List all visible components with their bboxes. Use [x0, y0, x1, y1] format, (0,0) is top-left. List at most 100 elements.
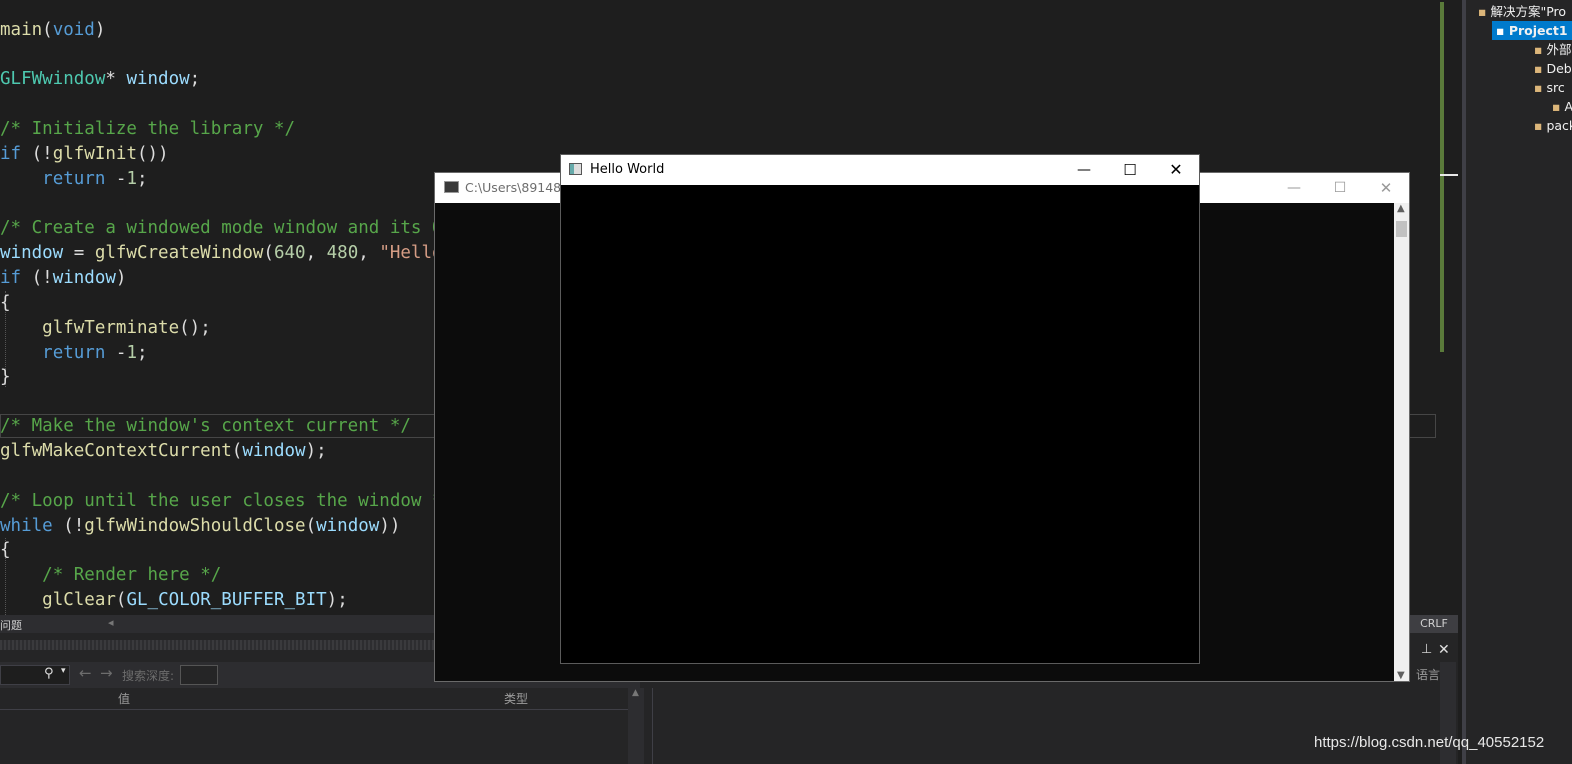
- scroll-up-icon[interactable]: ▲: [1397, 203, 1405, 214]
- code-line[interactable]: /* Render here */: [0, 563, 221, 588]
- code-token: ,: [358, 243, 380, 263]
- code-token: ): [94, 20, 106, 40]
- pin-icon[interactable]: ⊥: [1421, 642, 1432, 657]
- code-token: 480: [326, 243, 359, 263]
- explorer-border: [1462, 0, 1466, 764]
- solution-tree-label: Debug: [1546, 61, 1572, 76]
- chevron-down-icon[interactable]: ▾: [61, 666, 66, 676]
- console-title: C:\Users\89148\: [465, 180, 566, 195]
- hello-world-window[interactable]: Hello World — ☐ ✕: [560, 154, 1200, 664]
- code-line[interactable]: /* Initialize the library */: [0, 117, 295, 142]
- solution-tree-label: Ap: [1564, 99, 1572, 114]
- line-ending-indicator[interactable]: CRLF: [1410, 615, 1458, 633]
- panel-divider: [652, 688, 653, 764]
- scrollbar-position-mark: [1440, 174, 1458, 176]
- code-token: 1: [126, 343, 137, 363]
- code-line[interactable]: /* Loop until the user closes the window…: [0, 489, 453, 514]
- solution-tree-label: 外部依: [1546, 42, 1572, 57]
- code-line[interactable]: }: [0, 365, 11, 390]
- code-token: =: [63, 243, 95, 263]
- code-token: window: [126, 69, 190, 89]
- scroll-down-icon[interactable]: ▼: [1397, 670, 1405, 681]
- maximize-button[interactable]: ☐: [1107, 155, 1153, 185]
- search-input[interactable]: [0, 665, 70, 685]
- code-token: ();: [179, 318, 211, 338]
- code-token: glfwTerminate: [42, 318, 180, 338]
- column-header-value[interactable]: 值: [118, 688, 130, 710]
- folder-icon: ▪: [1552, 99, 1565, 114]
- code-line[interactable]: return -1;: [0, 341, 147, 366]
- code-token: if: [0, 144, 22, 164]
- console-scrollbar[interactable]: ▲ ▼: [1394, 203, 1409, 681]
- code-token: while: [0, 516, 53, 536]
- code-line[interactable]: window = glfwCreateWindow(640, 480, "Hel…: [0, 241, 443, 266]
- watch-scrollbar[interactable]: [628, 688, 644, 764]
- code-line[interactable]: if (!window): [0, 266, 126, 291]
- scrollbar-thumb[interactable]: [1440, 2, 1444, 352]
- search-depth-select[interactable]: [180, 665, 218, 685]
- column-header-type[interactable]: 类型: [504, 688, 528, 710]
- language-label: 语言: [1416, 668, 1441, 682]
- console-icon: [444, 181, 459, 193]
- close-button[interactable]: ✕: [1153, 155, 1199, 185]
- code-token: glfwInit: [52, 144, 137, 164]
- code-token: return: [42, 169, 106, 189]
- code-token: void: [52, 20, 95, 40]
- scroll-up-icon[interactable]: ▲: [632, 688, 639, 698]
- code-line[interactable]: while (!glfwWindowShouldClose(window)): [0, 514, 400, 539]
- code-line[interactable]: glfwTerminate();: [0, 316, 211, 341]
- code-line[interactable]: return -1;: [0, 167, 147, 192]
- code-line[interactable]: glClear(GL_COLOR_BUFFER_BIT);: [0, 588, 348, 613]
- code-line[interactable]: {: [0, 291, 11, 316]
- solution-tree-item[interactable]: ▪ 外部依: [1530, 40, 1572, 59]
- forward-arrow-icon[interactable]: →: [100, 664, 113, 682]
- scrollbar-thumb[interactable]: [1396, 221, 1407, 237]
- hello-titlebar[interactable]: Hello World — ☐ ✕: [561, 155, 1199, 185]
- minimize-button[interactable]: —: [1271, 173, 1317, 203]
- code-token: {: [0, 540, 11, 560]
- solution-tree-item[interactable]: ▪ Ap: [1548, 97, 1572, 116]
- search-depth-label: 搜索深度:: [122, 669, 175, 683]
- code-token: -: [105, 169, 127, 189]
- maximize-button[interactable]: ☐: [1317, 173, 1363, 203]
- code-line[interactable]: /* Make the window's context current */: [0, 414, 411, 439]
- close-button[interactable]: ✕: [1363, 173, 1409, 203]
- close-icon[interactable]: ✕: [1438, 642, 1450, 658]
- code-token: /* Initialize the library */: [0, 119, 296, 139]
- hello-title: Hello World: [590, 162, 665, 177]
- solution-tree-item[interactable]: ▪ packa: [1530, 116, 1572, 135]
- code-line[interactable]: if (!glfwInit()): [0, 142, 169, 167]
- issues-label[interactable]: 问题: [0, 617, 22, 633]
- code-token: (!: [21, 144, 53, 164]
- code-line[interactable]: main(void): [0, 18, 105, 43]
- search-icon[interactable]: ⚲: [44, 666, 54, 681]
- code-line[interactable]: glfwMakeContextCurrent(window);: [0, 439, 327, 464]
- minimize-button[interactable]: —: [1061, 155, 1107, 185]
- scroll-left-icon[interactable]: ◂: [108, 616, 114, 629]
- solution-tree-item[interactable]: ▪ 解决方案"Pro: [1474, 2, 1572, 21]
- back-arrow-icon[interactable]: ←: [79, 664, 92, 682]
- solution-tree-item[interactable]: ▪ Debug: [1530, 59, 1572, 78]
- code-token: (!: [52, 516, 85, 536]
- code-token: (: [305, 516, 317, 536]
- header-divider: [0, 709, 628, 710]
- solution-explorer: ▪ 解决方案"Pro▪ Project1▪ 外部依▪ Debug▪ src▪ A…: [1462, 0, 1572, 764]
- code-token: window: [242, 441, 306, 461]
- code-line[interactable]: GLFWwindow* window;: [0, 67, 200, 92]
- code-token: /* Render here */: [42, 565, 222, 585]
- folder-icon: ▪: [1534, 118, 1547, 133]
- code-line[interactable]: /* Create a windowed mode window and its…: [0, 216, 453, 241]
- opengl-canvas[interactable]: [561, 185, 1199, 663]
- solution-tree-item[interactable]: ▪ src: [1530, 78, 1572, 97]
- code-line[interactable]: {: [0, 538, 11, 563]
- code-token: /* Make the window's context current */: [0, 416, 411, 436]
- code-token: 640: [273, 243, 306, 263]
- code-token: GL_COLOR_BUFFER_BIT: [126, 590, 327, 610]
- solution-tree-item[interactable]: ▪ Project1: [1492, 21, 1572, 40]
- code-token: main: [0, 20, 43, 40]
- code-token: window: [52, 268, 116, 288]
- folder-icon: ▪: [1534, 61, 1547, 76]
- editor-scrollbar[interactable]: [1440, 0, 1458, 615]
